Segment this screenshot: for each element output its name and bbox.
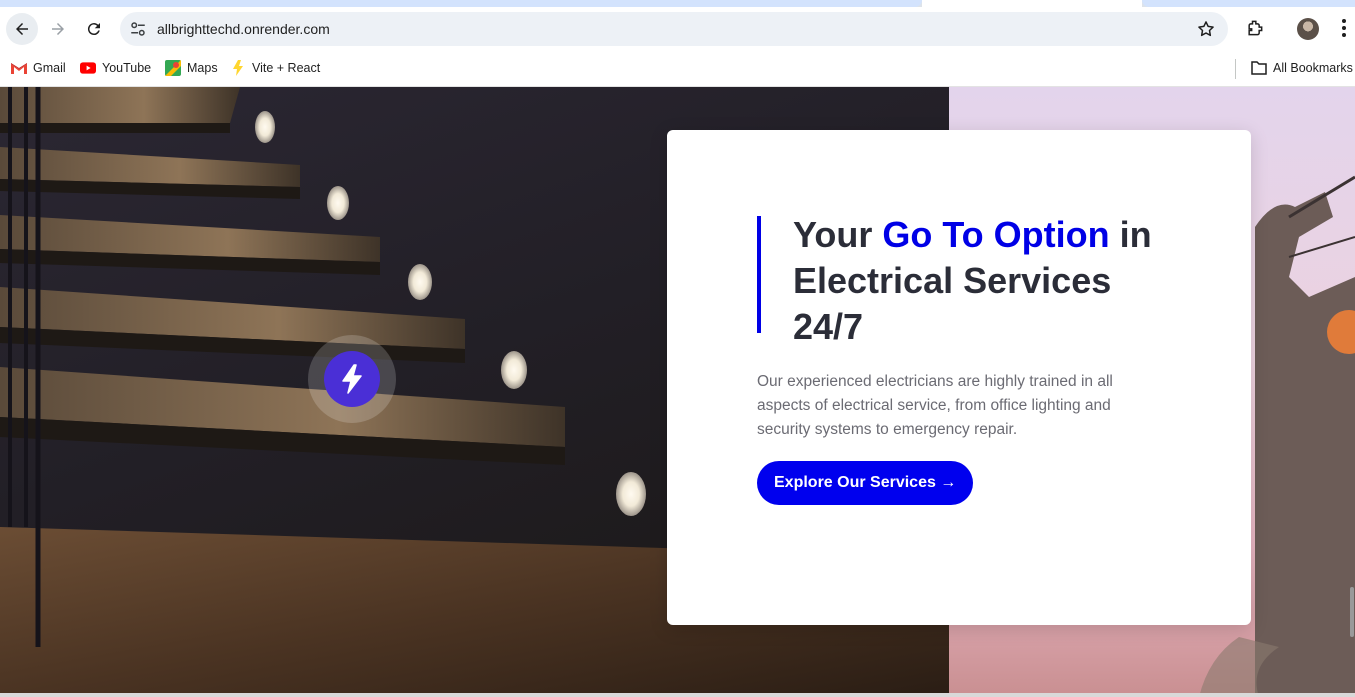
scrollbar-thumb[interactable]	[1350, 587, 1354, 637]
tab-strip	[0, 0, 1355, 7]
site-settings-icon[interactable]	[129, 20, 147, 38]
vite-icon	[230, 60, 246, 76]
forward-button[interactable]	[42, 13, 74, 45]
accent-bar	[757, 216, 761, 333]
bookmark-gmail[interactable]: Gmail	[11, 59, 66, 77]
hero-description: Our experienced electricians are highly …	[757, 373, 1113, 438]
lightning-bolt-icon	[324, 351, 380, 407]
headline-highlight: Go To Option	[882, 214, 1110, 255]
maps-icon	[165, 60, 181, 76]
youtube-icon	[80, 60, 96, 76]
bookmark-maps[interactable]: Maps	[165, 59, 218, 77]
bookmark-youtube[interactable]: YouTube	[80, 59, 151, 77]
active-tab[interactable]	[0, 0, 922, 7]
bottom-edge	[0, 693, 1355, 697]
bookmark-label: Vite + React	[252, 61, 321, 75]
all-bookmarks-button[interactable]: All Bookmarks	[1251, 59, 1353, 77]
gmail-icon	[11, 60, 27, 76]
bookmark-label: Gmail	[33, 61, 66, 75]
back-button[interactable]	[6, 13, 38, 45]
profile-avatar[interactable]	[1297, 18, 1319, 40]
browser-toolbar: allbrighttechd.onrender.com	[0, 7, 1355, 51]
hero-card: Your Go To Option in Electrical Services…	[667, 130, 1251, 625]
headline-prefix: Your	[793, 214, 883, 255]
tab-gap	[922, 0, 1142, 7]
inactive-tab[interactable]	[1142, 0, 1355, 7]
bookmark-star-icon[interactable]	[1196, 19, 1216, 39]
bookmarks-divider	[1235, 59, 1236, 79]
bookmarks-bar: Gmail YouTube Maps Vite + React All Book…	[0, 51, 1355, 87]
bookmark-vite-react[interactable]: Vite + React	[230, 59, 320, 77]
address-bar[interactable]: allbrighttechd.onrender.com	[120, 12, 1228, 46]
kebab-menu-icon[interactable]	[1333, 17, 1355, 39]
arrow-right-icon	[52, 23, 64, 35]
arrow-left-icon	[16, 23, 28, 35]
hero-headline: Your Go To Option in Electrical Services…	[793, 212, 1153, 350]
explore-services-button[interactable]: Explore Our Services →	[757, 461, 974, 505]
all-bookmarks-label: All Bookmarks	[1273, 61, 1353, 75]
bookmark-label: YouTube	[102, 61, 152, 75]
page-content: Your Go To Option in Electrical Services…	[0, 87, 1355, 697]
extensions-icon[interactable]	[1244, 17, 1266, 39]
bookmark-label: Maps	[187, 61, 218, 75]
url-text[interactable]: allbrighttechd.onrender.com	[157, 21, 330, 37]
reload-button[interactable]	[78, 13, 110, 45]
reload-icon	[87, 23, 100, 36]
folder-icon	[1251, 60, 1267, 76]
lightning-badge	[308, 335, 396, 423]
